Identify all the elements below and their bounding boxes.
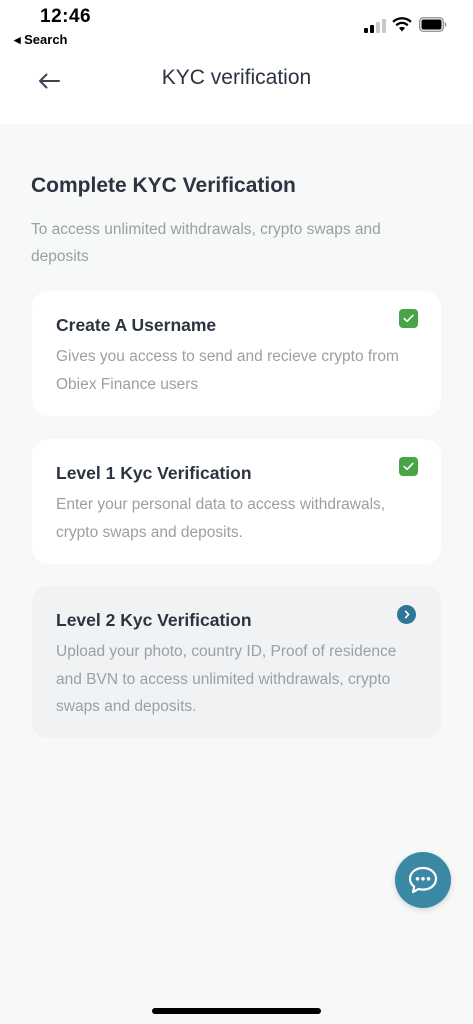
support-chat-button[interactable] [395,852,451,908]
checkmark-icon [403,314,414,323]
status-bar: 12:46 ◂ Search [0,0,473,52]
status-time: 12:46 [40,6,92,27]
card-description: Upload your photo, country ID, Proof of … [56,643,397,715]
next-step-badge[interactable] [397,605,416,624]
chevron-right-icon [404,610,409,619]
completed-check-badge [399,309,418,328]
section-title: Complete KYC Verification [31,174,296,197]
card-title: Create A Username [56,315,217,335]
kyc-step-card-username[interactable]: Create A Username Gives you access to se… [32,291,441,416]
card-description: Enter your personal data to access withd… [56,496,386,541]
page-title: KYC verification [161,66,312,89]
checkmark-icon [403,462,414,471]
cellular-signal-icon [364,19,386,33]
kyc-step-card-level-2[interactable]: Level 2 Kyc Verification Upload your pho… [32,586,441,738]
section-subtitle: To access unlimited withdrawals, crypto … [31,221,381,265]
kyc-verification-screen: 12:46 ◂ Search KYC verification Complete [0,0,473,1024]
home-indicator [152,1008,321,1014]
card-description: Gives you access to send and recieve cry… [56,348,399,393]
battery-icon [419,17,447,32]
completed-check-badge [399,457,418,476]
kyc-step-card-level-1[interactable]: Level 1 Kyc Verification Enter your pers… [32,439,441,564]
chat-bubble-icon [408,866,438,894]
app-header: KYC verification [0,52,473,124]
card-title: Level 2 Kyc Verification [56,610,252,630]
wifi-icon [392,17,412,32]
back-to-search-link[interactable]: ◂ Search [14,32,68,48]
card-title: Level 1 Kyc Verification [56,463,252,483]
